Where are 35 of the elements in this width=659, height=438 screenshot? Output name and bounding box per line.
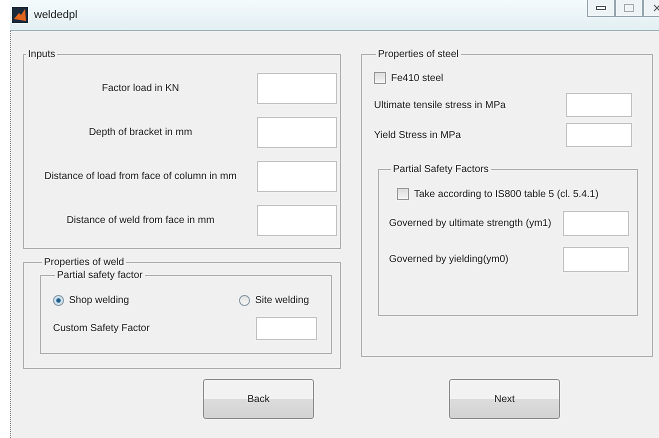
panel-title: Partial Safety Factors (392, 164, 490, 175)
input-field[interactable] (257, 72, 337, 104)
field-label: Factor load in KN (100, 82, 180, 94)
window-title: weldedpl (34, 9, 78, 21)
input-field[interactable] (257, 116, 337, 148)
field-label: Ultimate tensile stress in MPa (374, 100, 506, 110)
panel-title: Properties of steel (377, 49, 460, 60)
steel-grade-checkbox[interactable]: Fe410 steel (374, 72, 444, 84)
panel-title: Properties of weld (43, 257, 126, 268)
input-field[interactable] (566, 123, 632, 147)
weld-type-radio[interactable]: Shop welding (53, 294, 130, 306)
back-button[interactable]: Back (203, 379, 314, 419)
is800-checkbox[interactable]: Take according to IS800 table 5 (cl. 5.4.1) (397, 188, 599, 200)
next-button[interactable]: Next (449, 379, 560, 419)
input-field[interactable] (563, 210, 629, 236)
panel-title: Inputs (27, 49, 56, 60)
input-field[interactable] (257, 204, 337, 236)
input-field[interactable] (256, 316, 317, 340)
field-label: Custom Safety Factor (53, 322, 150, 334)
input-field[interactable] (566, 93, 632, 117)
maximize-icon (624, 4, 634, 12)
panel-title: Partial safety factor (56, 270, 144, 281)
minimize-icon (596, 6, 606, 10)
input-field[interactable] (563, 246, 629, 272)
app-logo-icon (12, 7, 28, 23)
input-field[interactable] (257, 160, 337, 192)
weld-type-radio[interactable]: Site welding (239, 294, 309, 306)
field-label: Distance of weld from face in mm (66, 214, 216, 226)
field-label: Governed by ultimate strength (ym1) (389, 218, 552, 228)
field-label: Distance of load from face of column in mm (43, 170, 238, 182)
minimize-button[interactable] (587, 0, 615, 17)
field-label: Yield Stress in MPa (374, 130, 461, 140)
close-icon (653, 4, 659, 12)
field-label: Governed by yielding(ym0) (389, 254, 508, 264)
field-label: Depth of bracket in mm (88, 126, 194, 138)
